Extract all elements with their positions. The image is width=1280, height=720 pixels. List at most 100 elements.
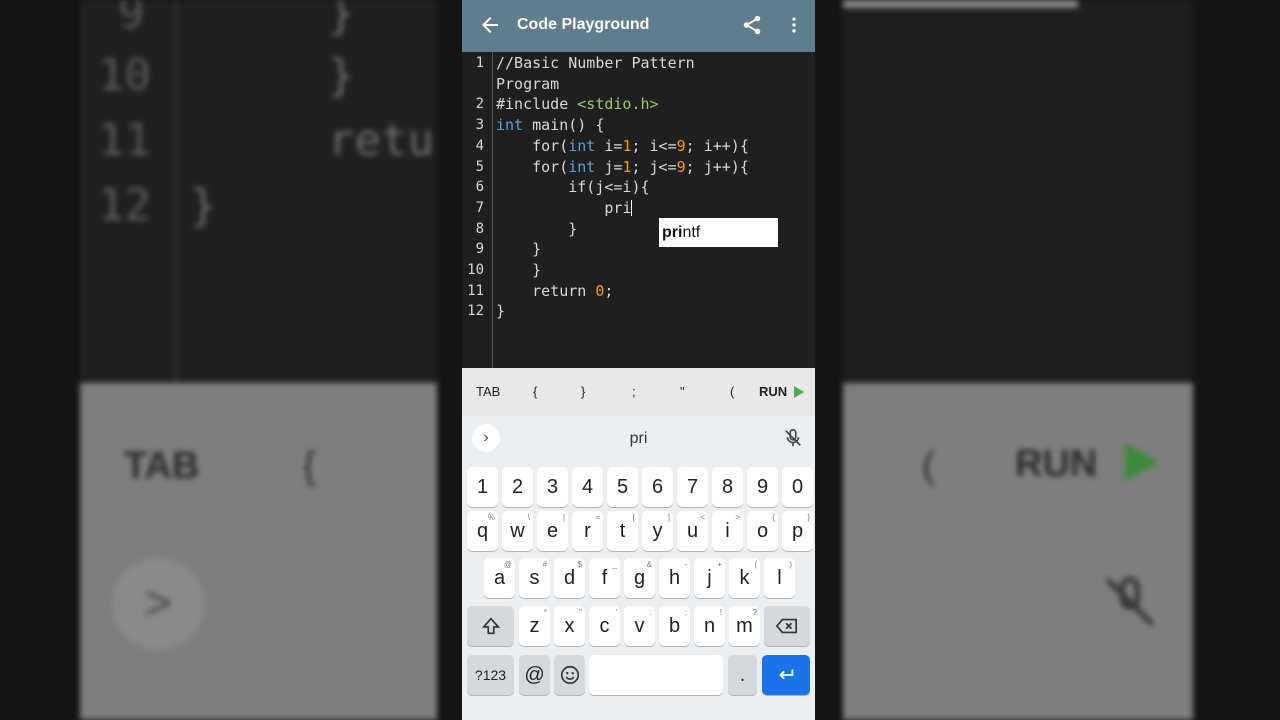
key-x[interactable]: x " xyxy=(554,606,585,646)
code-editor[interactable]: printf 1//Basic Number Pattern Program 2 #i… xyxy=(462,52,815,368)
key-g[interactable]: g & xyxy=(624,558,655,598)
background-gutter xyxy=(175,0,177,385)
background-label: RUN xyxy=(1015,443,1098,485)
period-key[interactable]: . xyxy=(728,655,757,695)
open-paren-key[interactable]: ( xyxy=(730,384,734,399)
key-o[interactable]: o{ xyxy=(747,511,778,551)
space-bar[interactable] xyxy=(589,655,723,695)
code-line[interactable]: int main() { xyxy=(496,116,604,134)
symbols-key[interactable]: ?123 xyxy=(467,655,514,695)
tab-key[interactable]: TAB xyxy=(476,384,500,399)
line-number: 10 xyxy=(467,262,484,278)
key-label: 0 xyxy=(791,476,804,498)
backspace-key[interactable] xyxy=(764,606,810,646)
code-token: j= xyxy=(595,157,623,176)
suggestion-strip: › pri xyxy=(462,416,815,460)
code-line[interactable]: } xyxy=(496,261,541,279)
line-number: 9 xyxy=(475,241,484,258)
suggestion-word[interactable]: pri xyxy=(462,430,815,448)
key-b[interactable]: b; xyxy=(659,606,690,646)
code-line[interactable]: } xyxy=(496,240,541,258)
run-button[interactable]: RUN xyxy=(759,384,787,399)
key-hint: [ xyxy=(632,513,635,522)
code-token: pri xyxy=(496,198,632,217)
key-label: ?123 xyxy=(474,667,507,683)
key-label: b xyxy=(668,615,681,637)
key-v[interactable]: v: xyxy=(624,606,655,646)
code-token: return xyxy=(496,281,596,300)
semicolon-key[interactable]: ; xyxy=(632,384,636,399)
key-label: 2 xyxy=(511,476,524,498)
code-token: int xyxy=(496,116,524,135)
at-key[interactable]: @ xyxy=(519,655,550,695)
play-icon[interactable] xyxy=(794,386,804,398)
enter-key[interactable] xyxy=(762,655,810,695)
code-line[interactable]: for(int j=1; j<=9; j++){ xyxy=(496,158,749,176)
key-hint: ( xyxy=(754,560,757,569)
code-line[interactable]: return 0; xyxy=(496,282,613,300)
code-line[interactable]: } xyxy=(496,302,505,320)
key-label: p xyxy=(791,520,804,542)
key-h[interactable]: h- xyxy=(659,558,690,598)
key-label: z xyxy=(529,615,540,637)
key-label: l xyxy=(777,567,782,589)
key-q[interactable]: q% xyxy=(467,511,498,551)
key-hint: & xyxy=(646,560,652,569)
key-l[interactable]: l) xyxy=(764,558,795,598)
code-line[interactable]: #include <stdio.h> xyxy=(496,95,659,113)
key-label: m xyxy=(736,615,753,637)
background-line-number: 11 xyxy=(98,115,151,166)
code-line[interactable]: } xyxy=(496,220,577,238)
key-k[interactable]: k( xyxy=(729,558,760,598)
key-d[interactable]: d $ xyxy=(554,558,585,598)
code-line[interactable]: //Basic Number Pattern xyxy=(496,54,695,72)
code-line[interactable]: Program xyxy=(496,75,559,93)
shift-key[interactable] xyxy=(467,606,514,646)
line-number: 1 xyxy=(475,55,484,71)
key-p[interactable]: p} xyxy=(782,511,813,551)
autocomplete-suggestion[interactable]: printf xyxy=(659,218,778,247)
mic-off-icon[interactable] xyxy=(782,427,804,449)
arrow-left-icon[interactable] xyxy=(478,13,502,37)
key-z[interactable]: z * xyxy=(519,606,550,646)
code-token: ; j<= xyxy=(631,157,677,176)
key-s[interactable]: s # xyxy=(519,558,550,598)
key-n[interactable]: n! xyxy=(694,606,725,646)
key-c[interactable]: c ' xyxy=(589,606,620,646)
close-brace-key[interactable]: } xyxy=(581,384,585,399)
key-hint: ! xyxy=(719,608,722,617)
key-hint: ' xyxy=(615,608,617,617)
code-token: 9 xyxy=(676,136,686,155)
code-line[interactable]: pri xyxy=(496,198,633,217)
more-vert-icon[interactable] xyxy=(784,14,804,36)
code-line[interactable]: if(j<=i){ xyxy=(496,178,649,196)
key-a[interactable]: a @ xyxy=(484,558,515,598)
key-label: v xyxy=(634,615,645,637)
key-label: f xyxy=(601,567,608,589)
code-token: <stdio.h> xyxy=(577,95,659,114)
key-f[interactable]: f _ xyxy=(589,558,620,598)
code-token: 9 xyxy=(676,157,686,176)
key-label: s xyxy=(529,567,540,589)
code-token: } xyxy=(496,261,542,279)
key-label: k xyxy=(739,567,750,589)
key-m[interactable]: m? xyxy=(729,606,760,646)
page-title: Code Playground xyxy=(517,16,650,33)
open-brace-key[interactable]: { xyxy=(533,384,537,399)
code-line[interactable]: for(int i=1; i<=9; i++){ xyxy=(496,137,749,155)
key-hint: : xyxy=(649,608,652,617)
key-hint: * xyxy=(543,608,547,617)
navigation-bar xyxy=(462,706,815,720)
code-token: main() { xyxy=(523,116,605,135)
code-token: i= xyxy=(595,136,623,155)
key-label: n xyxy=(703,615,716,637)
emoji-key[interactable] xyxy=(554,655,585,695)
key-u[interactable]: u < xyxy=(677,511,708,551)
background-line-number: 9 xyxy=(118,0,145,39)
key-label: 6 xyxy=(651,476,664,498)
share-icon[interactable] xyxy=(741,14,763,36)
line-number: 3 xyxy=(475,117,484,134)
key-label: t xyxy=(619,520,626,542)
quote-key[interactable]: " xyxy=(680,384,685,399)
key-j[interactable]: j + xyxy=(694,558,725,598)
